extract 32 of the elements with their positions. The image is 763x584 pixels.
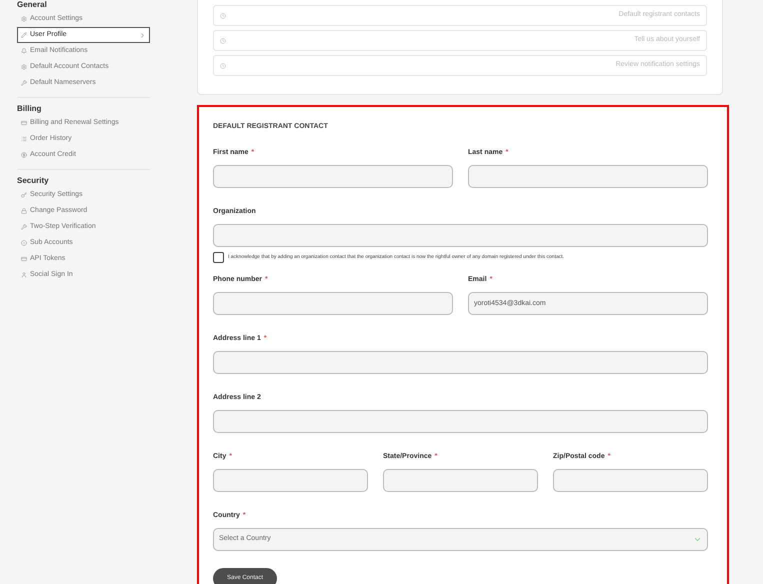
chevron-down-icon — [693, 535, 702, 544]
clock-icon — [220, 12, 226, 18]
card-icon — [21, 256, 27, 262]
input-field[interactable] — [468, 165, 708, 188]
input-field[interactable] — [553, 469, 708, 492]
input-field[interactable] — [213, 469, 368, 492]
wrench-icon — [21, 224, 27, 230]
clock-icon — [220, 62, 226, 68]
chevron-right-icon — [139, 32, 146, 38]
input-field[interactable] — [213, 224, 708, 247]
clock-icon — [220, 38, 226, 44]
lock-icon — [21, 208, 27, 214]
card-icon — [21, 120, 27, 126]
wrench-icon — [21, 80, 27, 86]
section-heading: Security — [17, 176, 50, 186]
checkbox[interactable] — [213, 252, 224, 263]
key-icon — [21, 192, 27, 198]
input-field[interactable] — [383, 469, 538, 492]
section-heading: General — [17, 0, 48, 10]
bell-icon — [21, 48, 27, 54]
input-field[interactable] — [213, 292, 453, 315]
gear-icon — [21, 64, 27, 70]
input-field[interactable] — [213, 351, 708, 374]
pencil-icon — [21, 32, 27, 38]
gear-icon — [21, 16, 27, 22]
user-icon — [21, 272, 27, 278]
input-field[interactable] — [213, 410, 708, 433]
circle-icon — [21, 240, 27, 246]
section-heading: Billing — [17, 104, 42, 114]
coin-icon — [21, 152, 27, 158]
list-icon — [21, 136, 27, 142]
input-field[interactable] — [213, 165, 453, 188]
